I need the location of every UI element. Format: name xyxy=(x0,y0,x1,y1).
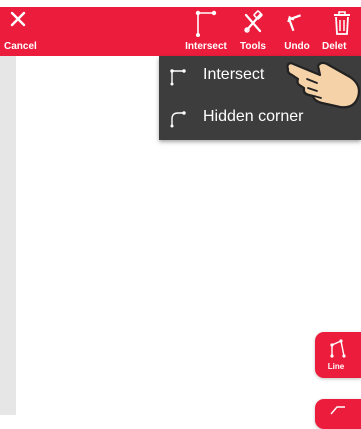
delete-button[interactable]: Delet xyxy=(320,7,361,56)
tools-label: Tools xyxy=(240,41,266,52)
intersect-icon xyxy=(169,68,187,91)
line-tool-button[interactable]: Line xyxy=(315,332,361,378)
undo-button[interactable]: Undo xyxy=(275,7,319,56)
trash-icon xyxy=(332,9,352,42)
tools-button[interactable]: Tools xyxy=(231,7,275,56)
intersect-label: Intersect xyxy=(185,41,227,52)
intersect-button[interactable]: Intersect xyxy=(181,7,231,56)
delete-label: Delet xyxy=(322,41,347,52)
top-toolbar: Cancel Intersect Tools Undo Delet xyxy=(0,7,361,56)
status-bar-margin xyxy=(0,0,361,7)
cancel-label: Cancel xyxy=(4,41,37,52)
tools-icon xyxy=(241,9,265,42)
cancel-button[interactable]: Cancel xyxy=(0,7,44,56)
undo-label: Undo xyxy=(284,41,310,52)
pointing-hand-icon xyxy=(284,55,361,120)
intersect-icon xyxy=(194,9,218,42)
undo-icon xyxy=(286,9,308,42)
tool-icon xyxy=(329,403,347,421)
line-tool-label: Line xyxy=(327,362,345,371)
line-tool-icon xyxy=(329,338,347,365)
menu-item-label: Intersect xyxy=(203,66,265,83)
second-tool-button[interactable] xyxy=(315,399,361,429)
close-icon xyxy=(8,9,28,34)
canvas-left-edge xyxy=(0,56,16,415)
hidden-corner-icon xyxy=(169,110,187,133)
